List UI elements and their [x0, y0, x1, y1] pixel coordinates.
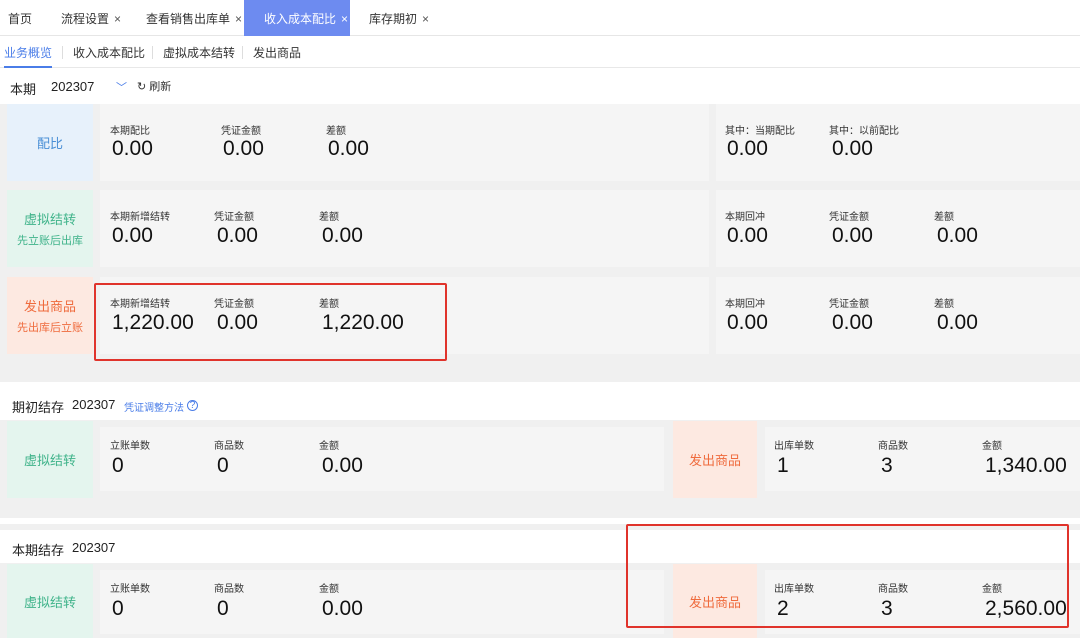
refresh-button[interactable]: ↻ 刷新 — [137, 78, 171, 94]
metric-label: 差额 — [326, 126, 346, 137]
metric-label: 出库单数 — [774, 441, 814, 452]
metric-label: 金额 — [319, 584, 339, 595]
help-icon[interactable]: ? — [187, 400, 198, 411]
tab-sales-outbound[interactable]: 查看销售出库单 × — [146, 0, 242, 36]
period-label: 本期 — [10, 82, 37, 97]
adjust-method-link[interactable]: 凭证调整方法 — [124, 399, 184, 414]
tab-revenue-cost-match[interactable]: 收入成本配比 × — [244, 0, 350, 36]
metric-value: 0.00 — [112, 137, 153, 160]
period-value[interactable]: 202307 — [51, 79, 94, 94]
subtab-virtual-cost[interactable]: 虚拟成本结转 — [163, 36, 235, 68]
tag-shipped-goods: 发出商品 先出库后立账 — [7, 277, 93, 354]
metric-value: 0.00 — [937, 224, 978, 247]
sub-nav: 业务概览 收入成本配比 虚拟成本结转 发出商品 — [0, 36, 1080, 68]
metric-value: 0 — [112, 454, 124, 477]
refresh-icon: ↻ — [137, 81, 147, 93]
metric-label: 差额 — [934, 212, 954, 223]
metric-value: 0.00 — [223, 137, 264, 160]
tag-virtual-transfer: 虚拟结转 — [7, 564, 93, 638]
metric-label: 本期新增结转 — [110, 212, 170, 223]
tag-virtual-transfer: 虚拟结转 先立账后出库 — [7, 190, 93, 267]
divider — [152, 46, 153, 59]
section-title: 期初结存 — [12, 400, 65, 415]
metric-label: 凭证金额 — [829, 299, 869, 310]
close-icon[interactable]: × — [114, 12, 121, 26]
chevron-down-icon[interactable]: ﹀ — [116, 79, 127, 95]
metric-label: 其中：当期配比 — [725, 126, 795, 137]
opening-left-card — [100, 427, 664, 491]
closing-left-card — [100, 570, 664, 634]
highlight-box — [626, 524, 1069, 628]
metric-label: 本期回冲 — [725, 212, 765, 223]
metric-label: 凭证金额 — [214, 212, 254, 223]
period-selector: 本期 202307 ﹀ ↻ 刷新 — [0, 68, 1080, 104]
tag-virtual-transfer: 虚拟结转 — [7, 421, 93, 498]
metric-value: 0.00 — [322, 224, 363, 247]
tag-match: 配比 — [7, 104, 93, 181]
tag-shipped-goods: 发出商品 — [673, 421, 757, 498]
metric-value: 0.00 — [322, 597, 363, 620]
metric-label: 本期回冲 — [725, 299, 765, 310]
metric-label: 立账单数 — [110, 441, 150, 452]
metric-value: 0.00 — [727, 224, 768, 247]
metric-value: 0.00 — [832, 137, 873, 160]
tab-inventory-opening[interactable]: 库存期初 × — [369, 0, 429, 36]
metric-value: 0.00 — [328, 137, 369, 160]
metric-label: 凭证金额 — [829, 212, 869, 223]
tab-bar: 首页 流程设置 × 查看销售出库单 × 收入成本配比 × 库存期初 × — [0, 0, 1080, 36]
metric-value: 0 — [112, 597, 124, 620]
highlight-box — [94, 283, 447, 361]
match-right-card — [716, 104, 1080, 181]
metric-value: 0.00 — [832, 311, 873, 334]
metric-value: 0.00 — [937, 311, 978, 334]
metric-value: 0.00 — [112, 224, 153, 247]
virtual-right-card — [716, 190, 1080, 267]
metric-value: 1 — [777, 454, 789, 477]
match-left-card — [100, 104, 709, 181]
metric-value: 3 — [881, 454, 893, 477]
section-title: 本期结存 — [12, 543, 65, 558]
metric-label: 商品数 — [214, 584, 244, 595]
metric-label: 金额 — [982, 441, 1002, 452]
metric-label: 差额 — [319, 212, 339, 223]
subtab-shipped-goods[interactable]: 发出商品 — [253, 36, 301, 68]
metric-value: 0.00 — [727, 137, 768, 160]
metric-value: 0.00 — [322, 454, 363, 477]
metric-label: 商品数 — [878, 441, 908, 452]
close-icon[interactable]: × — [235, 12, 242, 26]
metric-value: 0.00 — [727, 311, 768, 334]
metric-value: 0.00 — [832, 224, 873, 247]
subtab-revenue-cost[interactable]: 收入成本配比 — [73, 36, 145, 68]
close-icon[interactable]: × — [422, 12, 429, 26]
tab-home[interactable]: 首页 — [8, 0, 32, 36]
virtual-left-card — [100, 190, 709, 267]
metric-value: 0 — [217, 454, 229, 477]
section-period: 202307 — [72, 397, 116, 412]
shipped-right-card — [716, 277, 1080, 354]
tab-process-settings[interactable]: 流程设置 × — [61, 0, 121, 36]
close-icon[interactable]: × — [341, 12, 348, 26]
metric-label: 商品数 — [214, 441, 244, 452]
divider — [242, 46, 243, 59]
metric-label: 其中：以前配比 — [829, 126, 899, 137]
metric-label: 差额 — [934, 299, 954, 310]
metric-label: 凭证金额 — [221, 126, 261, 137]
metric-label: 金额 — [319, 441, 339, 452]
metric-value: 0 — [217, 597, 229, 620]
metric-value: 0.00 — [217, 224, 258, 247]
metric-label: 立账单数 — [110, 584, 150, 595]
subtab-overview[interactable]: 业务概览 — [4, 36, 53, 68]
metric-value: 1,340.00 — [985, 454, 1067, 477]
section-period: 202307 — [72, 540, 116, 555]
metric-label: 本期配比 — [110, 126, 150, 137]
divider — [62, 46, 63, 59]
